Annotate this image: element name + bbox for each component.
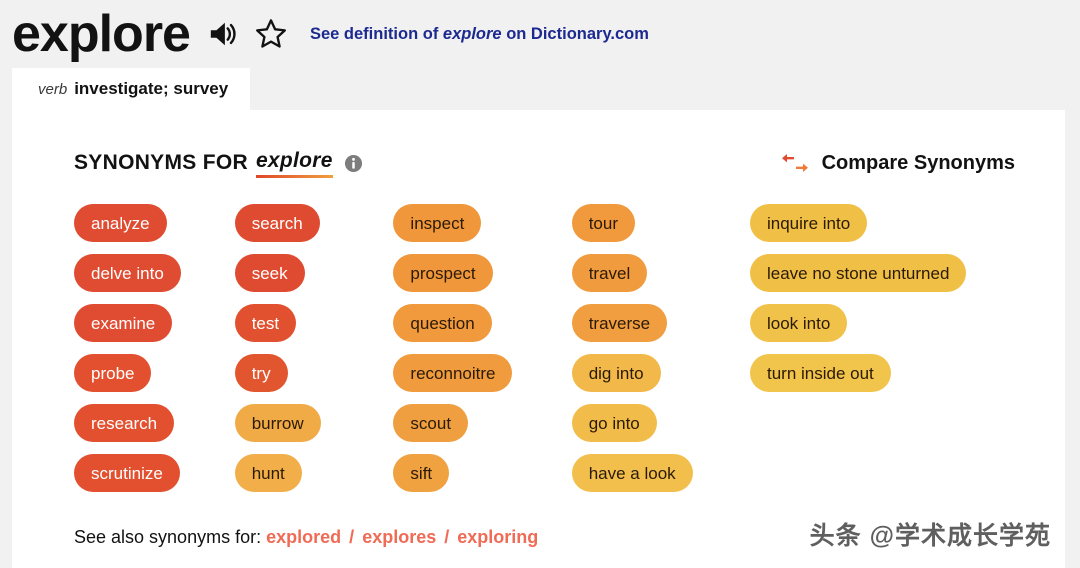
synonym-pill[interactable]: scrutinize [74, 454, 180, 492]
definition-link[interactable]: See definition of explore on Dictionary.… [310, 25, 649, 44]
see-also-separator: / [444, 527, 450, 547]
compare-synonyms-button[interactable]: Compare Synonyms [781, 152, 1015, 175]
synonym-pill[interactable]: look into [749, 304, 848, 342]
synonym-pill[interactable]: leave no stone unturned [749, 254, 967, 292]
synonym-pill[interactable]: traverse [571, 304, 668, 342]
synonym-pill[interactable]: tour [571, 204, 635, 242]
synonym-pill[interactable]: turn inside out [749, 354, 891, 392]
synonym-pill[interactable]: inspect [393, 204, 482, 242]
synonym-columns: analyze delve into examine probe research scr… [74, 204, 1065, 492]
definition-link-word: explore [442, 24, 502, 43]
synonym-column-5: inquire into leave no stone unturned look … [749, 204, 1043, 392]
synonym-pill[interactable]: research [74, 404, 175, 442]
synonym-pill[interactable]: dig into [571, 354, 661, 392]
info-icon[interactable] [344, 154, 363, 173]
definition-link-suffix: on Dictionary.com [501, 24, 649, 43]
pos-label: verb [38, 80, 68, 98]
synonym-pill[interactable]: analyze [74, 204, 167, 242]
synonym-pill[interactable]: inquire into [749, 204, 868, 242]
see-also-label: See also synonyms for: [74, 527, 262, 547]
synonym-pill[interactable]: hunt [234, 454, 302, 492]
page-header: explore See definition of explore on Dic… [0, 0, 1080, 68]
synonym-pill[interactable]: burrow [234, 404, 321, 442]
synonym-pill[interactable]: probe [74, 354, 152, 392]
see-also-line: See also synonyms for: explored / explor… [74, 527, 538, 548]
synonym-pill[interactable]: sift [393, 454, 450, 492]
synonym-pill[interactable]: prospect [393, 254, 493, 292]
compare-arrows-icon [781, 154, 808, 172]
synonym-pill[interactable]: reconnoitre [393, 354, 513, 392]
synonym-column-1: analyze delve into examine probe research scr… [74, 204, 213, 492]
pos-meaning: investigate; survey [74, 79, 229, 98]
synonym-pill[interactable]: go into [571, 404, 657, 442]
see-also-link[interactable]: explores [362, 527, 436, 547]
synonym-pill[interactable]: search [234, 204, 320, 242]
synonym-pill[interactable]: question [393, 304, 492, 342]
tab-verb[interactable]: verb investigate; survey [12, 68, 251, 110]
synonyms-card: SYNONYMS FOR explore Compare Synonyms an… [12, 110, 1065, 568]
synonym-pill[interactable]: travel [571, 254, 648, 292]
synonym-pill[interactable]: try [234, 354, 288, 392]
definition-link-prefix: See definition of [309, 24, 443, 43]
synonym-pill[interactable]: examine [74, 304, 173, 342]
speaker-icon[interactable] [208, 19, 238, 49]
see-also-links: explored / explores / exploring [266, 527, 538, 547]
star-outline-icon[interactable] [254, 17, 288, 51]
synonym-pill[interactable]: seek [234, 254, 305, 292]
synonyms-heading: SYNONYMS FOR explore [74, 148, 363, 178]
synonym-pill[interactable]: have a look [571, 454, 693, 492]
synonym-column-2: search seek test try burrow hunt [234, 204, 372, 492]
compare-synonyms-label: Compare Synonyms [821, 151, 1015, 174]
watermark: 头条 @学术成长学苑 [809, 522, 1051, 550]
see-also-separator: / [349, 527, 355, 547]
synonyms-heading-text: SYNONYMS FOR [74, 151, 248, 174]
see-also-link[interactable]: exploring [457, 527, 538, 547]
synonym-pill[interactable]: scout [393, 404, 469, 442]
synonym-column-4: tour travel traverse dig into go into have a … [571, 204, 728, 492]
synonym-pill[interactable]: test [234, 304, 297, 342]
part-of-speech-tabstrip: verb investigate; survey [0, 68, 1080, 110]
page-title: explore [12, 5, 191, 63]
synonyms-heading-word: explore [255, 148, 333, 178]
synonyms-header-row: SYNONYMS FOR explore Compare Synonyms [74, 148, 1065, 178]
synonym-pill[interactable]: delve into [74, 254, 181, 292]
synonym-column-3: inspect prospect question reconnoitre scout s… [393, 204, 549, 492]
see-also-link[interactable]: explored [266, 527, 341, 547]
